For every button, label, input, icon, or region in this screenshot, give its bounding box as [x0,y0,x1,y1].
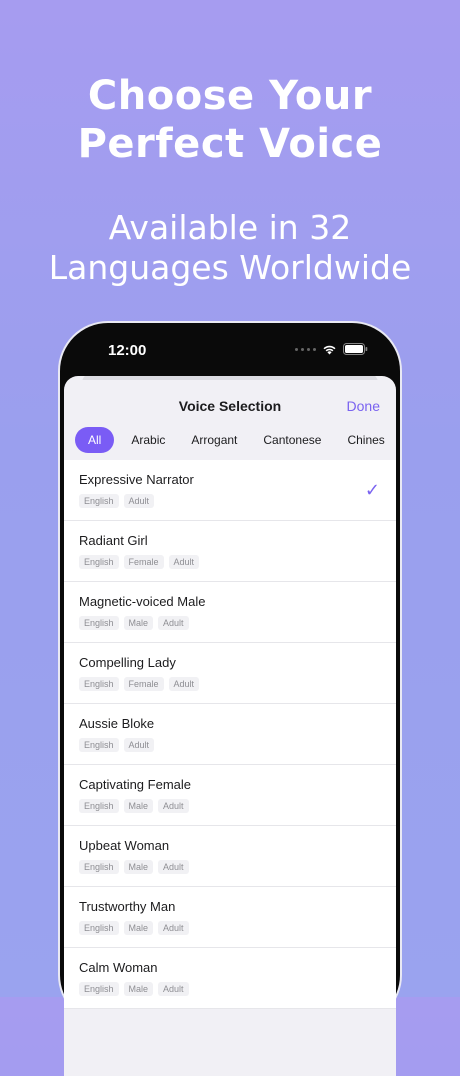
voice-tag: Adult [168,555,200,569]
wifi-icon [323,345,336,354]
voice-name: Magnetic-voiced Male [79,594,206,609]
voice-tag: English [79,860,119,874]
voice-tag: English [79,799,119,813]
checkmark-icon: ✓ [364,480,380,500]
voice-tag: Male [123,616,154,630]
voice-tag: Male [123,860,154,874]
headline: Choose Your Perfect Voice [0,72,460,168]
filter-chip-arabic[interactable]: Arabic [118,427,178,453]
voice-tag: Adult [158,799,189,813]
voice-row[interactable]: Trustworthy Man English Male Adult [64,887,396,948]
voice-tag: Adult [158,982,189,996]
voice-tag: Male [123,982,154,996]
headline-line-2: Perfect Voice [77,121,383,167]
done-button[interactable]: Done [347,398,380,414]
voice-tag: English [79,921,119,935]
voice-tag: English [79,494,119,508]
voice-row[interactable]: Aussie Bloke English Adult [64,704,396,765]
status-time: 12:00 [108,342,147,359]
voice-tags: English Female Adult [79,555,200,569]
voice-list: Expressive Narrator English Adult ✓ Radi… [64,460,396,1009]
voice-tag: English [79,616,119,630]
voice-row[interactable]: Magnetic-voiced Male English Male Adult [64,582,396,643]
voice-tags: English Male Adult [79,799,189,813]
voice-row[interactable]: Upbeat Woman English Male Adult [64,826,396,887]
subheadline: Available in 32 Languages Worldwide [0,208,460,288]
phone-mockup: 12:00 Voice Selection Done All Arabic Ar… [60,323,400,1076]
voice-tags: English Male Adult [79,982,189,996]
voice-name: Radiant Girl [79,533,148,548]
voice-tag: Male [123,921,154,935]
voice-tag: Adult [158,860,189,874]
app-screen: Voice Selection Done All Arabic Arrogant… [64,376,396,1076]
voice-tags: English Male Adult [79,921,189,935]
status-icons [295,343,368,355]
voice-tag: Adult [158,921,189,935]
voice-tag: Female [123,555,164,569]
voice-name: Trustworthy Man [79,899,176,914]
signal-dots-icon [295,347,316,351]
voice-tag: Adult [168,677,200,691]
voice-tag: English [79,738,119,752]
voice-name: Upbeat Woman [79,838,170,853]
voice-tag: Adult [158,616,189,630]
filter-chip-all[interactable]: All [75,427,115,453]
voice-row[interactable]: Captivating Female English Male Adult [64,765,396,826]
voice-row[interactable]: Expressive Narrator English Adult ✓ [64,460,396,521]
filter-chip-cantonese[interactable]: Cantonese [250,427,334,453]
voice-tags: English Male Adult [79,616,189,630]
subheadline-line-2: Languages Worldwide [48,248,412,287]
voice-tag: English [79,555,119,569]
voice-row[interactable]: Compelling Lady English Female Adult [64,643,396,704]
filter-chip-chinese[interactable]: Chines [334,427,396,453]
voice-tag: English [79,982,119,996]
voice-name: Expressive Narrator [79,472,194,487]
voice-tags: English Adult [79,738,155,752]
voice-tag: Female [123,677,164,691]
voice-tag: Adult [123,494,155,508]
voice-row[interactable]: Calm Woman English Male Adult [64,948,396,1009]
voice-tag: Adult [123,738,155,752]
voice-tags: English Female Adult [79,677,200,691]
subheadline-line-1: Available in 32 [108,208,352,247]
voice-row[interactable]: Radiant Girl English Female Adult [64,521,396,582]
voice-name: Compelling Lady [79,655,176,670]
voice-tag: Male [123,799,154,813]
voice-tag: English [79,677,119,691]
voice-name: Aussie Bloke [79,716,155,731]
filter-chips: All Arabic Arrogant Cantonese Chines [75,427,396,453]
voice-name: Captivating Female [79,777,191,792]
headline-line-1: Choose Your [87,73,373,119]
voice-name: Calm Woman [79,960,158,975]
voice-tags: English Adult [79,494,155,508]
battery-icon [343,343,368,355]
voice-selection-sheet: Voice Selection Done All Arabic Arrogant… [64,380,396,1076]
filter-chip-arrogant[interactable]: Arrogant [178,427,250,453]
voice-tags: English Male Adult [79,860,189,874]
